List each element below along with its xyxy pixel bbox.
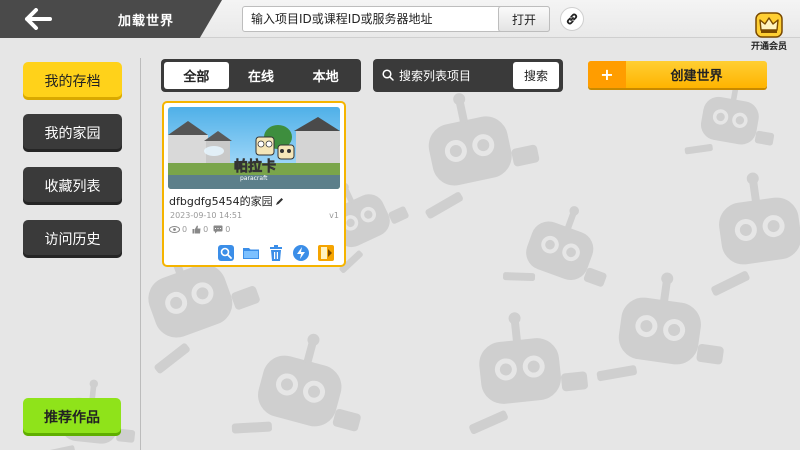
address-bar: 打开 [242,6,550,32]
thumbs-up-icon [192,225,201,234]
vip-button[interactable]: 开通会员 [746,12,792,54]
filter-tabs: 全部 在线 本地 [161,59,361,92]
search-world-button[interactable] [216,243,236,263]
comments-count: 0 [225,225,231,234]
plus-icon: + [588,61,626,88]
recommend-button[interactable]: 推荐作品 [23,398,121,436]
sidebar-item-favorites[interactable]: 收藏列表 [23,167,122,205]
upload-icon [293,245,309,261]
create-world-label: 创建世界 [670,69,723,84]
tab-online[interactable]: 在线 [229,62,294,89]
thumbnail-logo-sub: paracraft [240,175,268,182]
views-count: 0 [182,225,188,234]
world-stats: 0 0 0 [169,225,230,234]
world-card[interactable]: 帕拉卡 paracraft dfbgdfg5454的家园 2023-09-10 … [162,101,346,267]
share-icon [318,245,334,261]
address-input[interactable] [243,7,497,31]
search-world-icon [218,245,234,261]
world-thumbnail: 帕拉卡 paracraft [168,107,340,189]
sidebar-item-label: 我的存档 [44,74,101,90]
world-actions [216,243,336,263]
thumbnail-logo: 帕拉卡 [234,158,276,175]
crown-icon [755,12,783,38]
likes-stat: 0 [192,225,208,234]
search-button[interactable]: 搜索 [513,62,559,89]
world-version: v1 [329,211,339,220]
page-title: 加载世界 [118,14,175,29]
sidebar-item-label: 我的家园 [44,126,101,142]
create-world-button[interactable]: + 创建世界 [588,61,767,88]
folder-icon [243,248,259,259]
search-icon [382,69,394,81]
open-button[interactable]: 打开 [498,6,550,32]
upload-button[interactable] [291,243,311,263]
world-title: dfbgdfg5454的家园 [169,193,284,209]
pencil-icon[interactable] [275,197,284,206]
back-button[interactable] [20,5,56,33]
tab-local[interactable]: 本地 [293,62,358,89]
folder-button[interactable] [241,243,261,263]
comment-icon [213,225,223,234]
link-icon [566,13,578,25]
tab-all[interactable]: 全部 [164,62,229,89]
sidebar-item-label: 收藏列表 [44,179,101,195]
sidebar-item-history[interactable]: 访问历史 [23,220,122,258]
search-box: 搜索 [373,59,563,92]
likes-count: 0 [203,225,209,234]
sidebar-item-my-saves[interactable]: 我的存档 [23,62,122,100]
sidebar-item-label: 访问历史 [44,232,101,248]
world-title-text: dfbgdfg5454的家园 [169,195,273,208]
search-input[interactable] [399,65,507,86]
views-stat: 0 [169,225,187,234]
top-bar: 加载世界 打开 [0,0,800,38]
vip-label: 开通会员 [750,42,787,52]
back-arrow-icon [25,8,52,30]
sidebar-divider [140,58,141,450]
sidebar-item-my-home[interactable]: 我的家园 [23,114,122,152]
world-date: 2023-09-10 14:51 [170,211,243,220]
share-button[interactable] [316,243,336,263]
eye-icon [169,226,180,233]
link-button[interactable] [560,7,584,31]
delete-button[interactable] [266,243,286,263]
comments-stat: 0 [213,225,230,234]
trash-icon [270,245,282,261]
